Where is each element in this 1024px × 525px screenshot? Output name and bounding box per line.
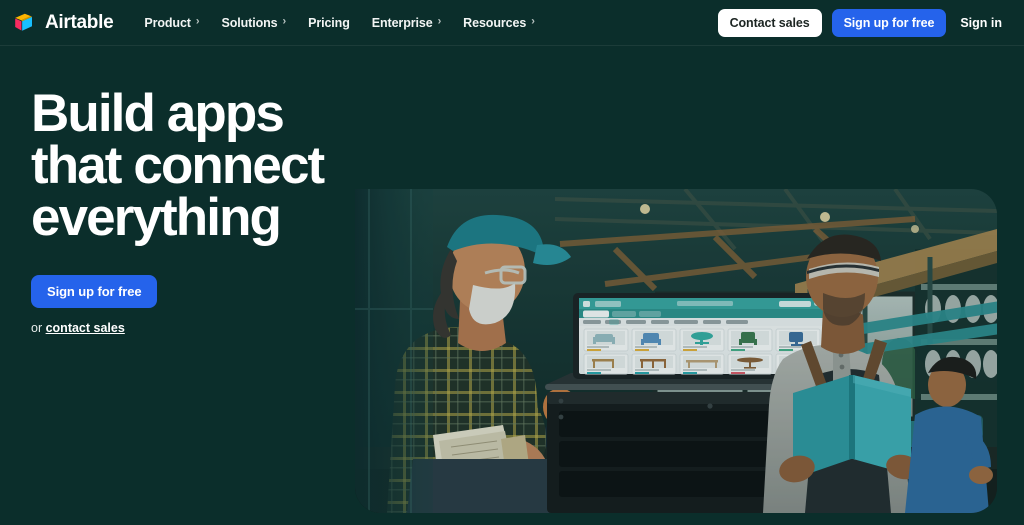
- brand-logo[interactable]: Airtable: [14, 11, 114, 34]
- nav-item-product[interactable]: Product ›: [133, 10, 210, 36]
- airtable-cube-logo-icon: [15, 13, 32, 31]
- nav-item-enterprise[interactable]: Enterprise ›: [361, 10, 452, 36]
- hero-contact-sales-link[interactable]: contact sales: [46, 321, 125, 335]
- brand-name: Airtable: [45, 11, 114, 33]
- nav-item-label: Solutions: [221, 15, 278, 30]
- hero-image: [355, 189, 997, 513]
- hero-cta-prefix: or: [31, 320, 46, 335]
- hero-copy: Build apps that connect everything Sign …: [31, 84, 361, 335]
- nav-item-label: Product: [144, 15, 191, 30]
- workshop-photo-illustration: [355, 189, 997, 513]
- nav-actions: Contact sales Sign up for free Sign in: [717, 8, 1008, 37]
- nav-item-pricing[interactable]: Pricing: [297, 10, 361, 36]
- chevron-right-icon: ›: [437, 15, 442, 28]
- hero-secondary-cta: or contact sales: [31, 321, 361, 335]
- nav-item-resources[interactable]: Resources ›: [452, 10, 546, 36]
- sign-in-link[interactable]: Sign in: [956, 9, 1008, 37]
- hero-sign-up-button[interactable]: Sign up for free: [31, 274, 158, 308]
- nav-item-label: Resources: [463, 15, 527, 30]
- contact-sales-button[interactable]: Contact sales: [717, 8, 822, 37]
- chevron-right-icon: ›: [531, 15, 535, 28]
- nav-item-label: Pricing: [308, 15, 350, 30]
- chevron-right-icon: ›: [195, 15, 200, 28]
- chevron-right-icon: ›: [282, 15, 287, 28]
- nav-item-solutions[interactable]: Solutions ›: [210, 10, 297, 36]
- nav-item-label: Enterprise: [371, 15, 433, 30]
- hero-cta-group: Sign up for free or contact sales: [31, 274, 361, 335]
- top-navigation-bar: Airtable Product › Solutions › Pricing E…: [0, 0, 1024, 46]
- page-title: Build apps that connect everything: [31, 84, 325, 247]
- sign-up-button[interactable]: Sign up for free: [831, 8, 947, 37]
- hero-section: Build apps that connect everything Sign …: [0, 46, 1024, 525]
- primary-nav-links: Product › Solutions › Pricing Enterprise…: [133, 10, 545, 36]
